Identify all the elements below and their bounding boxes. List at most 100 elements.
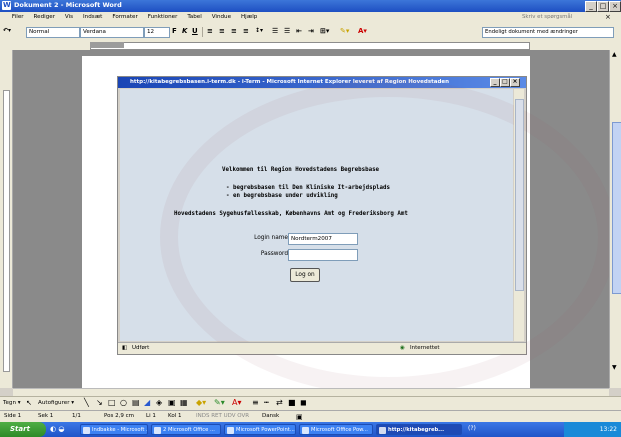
select-objects-icon[interactable]: ↖ — [26, 399, 32, 407]
minimize-icon[interactable]: _ — [585, 1, 597, 12]
taskbar: Start ◐ ◒ Indbakke - Microsoft ... 2 Mic… — [0, 422, 621, 437]
task-outlook[interactable]: Indbakke - Microsoft ... — [80, 424, 148, 435]
log-on-button[interactable]: Log on — [290, 268, 320, 282]
italic-icon[interactable]: K — [182, 27, 187, 35]
word-app-icon — [2, 1, 11, 10]
task-office-group[interactable]: 2 Microsoft Office ... — [151, 424, 221, 435]
help-icon[interactable]: (?) — [468, 425, 476, 432]
status-pages: 1/1 — [72, 413, 81, 419]
menu-vindue[interactable]: Vindue — [208, 12, 235, 20]
status-section: Sek 1 — [38, 413, 54, 419]
draw-font-color-icon[interactable]: A▾ — [232, 398, 242, 407]
spelling-status-icon[interactable]: ▣ — [296, 413, 303, 421]
vertical-ruler[interactable] — [0, 50, 13, 388]
menu-indsaet[interactable]: Indsæt — [79, 12, 106, 20]
status-modes: INDS RET UDV OVR — [196, 413, 250, 419]
ie-status-icon: ◧ — [122, 345, 128, 351]
ie-page-content: Velkommen til Region Hovedstadens Begreb… — [120, 79, 616, 395]
ie-vertical-scrollbar[interactable] — [514, 89, 524, 341]
status-position: Pos 2,9 cm — [104, 413, 134, 419]
ie-maximize-icon[interactable]: □ — [500, 78, 510, 87]
task-office-pow[interactable]: Microsoft Office Pow... — [299, 424, 373, 435]
menu-tabel[interactable]: Tabel — [183, 12, 205, 20]
ruler-strip — [90, 42, 530, 50]
ie-status-bar: ◧ Udført ◉ Internettet — [118, 342, 526, 354]
ie-scroll-thumb[interactable] — [515, 99, 524, 291]
style-select[interactable]: Normal — [26, 27, 80, 38]
menu-filer[interactable]: Filer — [8, 12, 28, 20]
help-question-box[interactable]: Skriv et spørgsmål — [522, 14, 572, 20]
organisation-text: Hovedstadens Sygehusfællesskab, Københav… — [174, 211, 408, 217]
horizontal-ruler[interactable] — [0, 40, 621, 50]
login-name-label: Login name — [254, 235, 288, 241]
ie-close-icon[interactable]: × — [510, 78, 520, 87]
login-name-field[interactable]: Nordterm2007 — [288, 233, 358, 245]
diagram-icon[interactable]: ◈ — [156, 398, 162, 407]
align-right-icon[interactable]: ≡ — [231, 27, 237, 35]
arrow-style-icon[interactable]: ⇄ — [276, 398, 283, 407]
document-vertical-scrollbar[interactable]: ▲ ▼ — [609, 50, 621, 388]
scroll-up-icon[interactable]: ▲ — [612, 51, 617, 58]
maximize-icon[interactable]: □ — [597, 1, 609, 12]
menu-hjaelp[interactable]: Hjælp — [237, 12, 261, 20]
scroll-down-icon[interactable]: ▼ — [612, 364, 617, 371]
clock: 13:22 — [599, 426, 617, 433]
arrow-tool-icon[interactable]: ↘ — [96, 398, 103, 407]
wordart-icon[interactable]: ◢ — [144, 398, 150, 407]
ie-minimize-icon[interactable]: _ — [490, 78, 500, 87]
start-button[interactable]: Start — [0, 422, 46, 437]
document-scroll-thumb[interactable] — [612, 122, 621, 294]
dash-style-icon[interactable]: ┅ — [264, 398, 269, 407]
decrease-indent-icon[interactable]: ⇤ — [296, 27, 302, 35]
fill-color-icon[interactable]: ◆▾ — [196, 398, 206, 407]
font-select[interactable]: Verdana — [80, 27, 144, 38]
undo-icon[interactable]: ↶▾ — [3, 27, 11, 34]
font-color-icon[interactable]: A▾ — [358, 27, 367, 35]
align-center-icon[interactable]: ≡ — [219, 27, 225, 35]
welcome-heading: Velkommen til Region Hovedstadens Begreb… — [222, 167, 380, 173]
word-title-bar: Dokument 2 - Microsoft Word _ □ × — [0, 0, 621, 12]
increase-indent-icon[interactable]: ⇥ — [308, 27, 314, 35]
close-icon[interactable]: × — [609, 1, 621, 12]
justify-icon[interactable]: ≡ — [243, 27, 249, 35]
bold-icon[interactable]: F — [172, 27, 177, 35]
clipart-icon[interactable]: ▣ — [168, 398, 176, 407]
autoshapes-menu-button[interactable]: Autofigurer ▾ — [38, 400, 74, 406]
line-style-icon[interactable]: ≡ — [252, 398, 259, 407]
line-spacing-icon[interactable]: ↕▾ — [255, 27, 263, 34]
toolbar-separator — [202, 27, 203, 37]
line-tool-icon[interactable]: ╲ — [84, 398, 89, 407]
close-document-icon[interactable]: × — [605, 13, 611, 21]
menu-formater[interactable]: Formater — [108, 12, 141, 20]
shadow-icon[interactable]: ■ — [288, 398, 296, 407]
quicklaunch-icons[interactable]: ◐ ◒ — [50, 425, 64, 433]
oval-tool-icon[interactable]: ○ — [120, 398, 127, 407]
textbox-tool-icon[interactable]: ▤ — [132, 398, 140, 407]
rectangle-tool-icon[interactable]: □ — [108, 398, 116, 407]
password-field[interactable] — [288, 249, 358, 261]
ruler-margin — [90, 42, 124, 48]
password-label: Password — [260, 251, 288, 257]
track-changes-view-select[interactable]: Endeligt dokument med ændringer — [482, 27, 614, 38]
vertical-ruler-strip — [3, 90, 10, 372]
draw-menu-button[interactable]: Tegn ▾ — [3, 400, 21, 406]
menu-rediger[interactable]: Rediger — [30, 12, 59, 20]
status-language: Dansk — [262, 413, 280, 419]
internet-zone-icon: ◉ — [400, 345, 405, 351]
underline-icon[interactable]: U — [192, 27, 198, 35]
border-icon[interactable]: ⊞▾ — [320, 27, 329, 35]
status-page: Side 1 — [4, 413, 22, 419]
bullets-icon[interactable]: ☰ — [284, 27, 290, 35]
task-powerpoint[interactable]: Microsoft PowerPoint... — [224, 424, 296, 435]
ie-window-screenshot[interactable]: http://kitabegrebsbasen.i-term.dk - i-Te… — [117, 76, 616, 395]
font-size-select[interactable]: 12 — [144, 27, 170, 38]
3d-icon[interactable]: ◼ — [300, 398, 307, 407]
menu-vis[interactable]: Vis — [61, 12, 77, 20]
menu-funktioner[interactable]: Funktioner — [144, 12, 182, 20]
picture-icon[interactable]: ▦ — [180, 398, 188, 407]
align-left-icon[interactable]: ≡ — [207, 27, 213, 35]
highlight-icon[interactable]: ✎▾ — [340, 27, 349, 35]
numbering-icon[interactable]: ☰ — [272, 27, 278, 35]
task-ie-active[interactable]: http://kitabegreb... — [376, 424, 462, 435]
line-color-icon[interactable]: ✎▾ — [214, 398, 225, 407]
